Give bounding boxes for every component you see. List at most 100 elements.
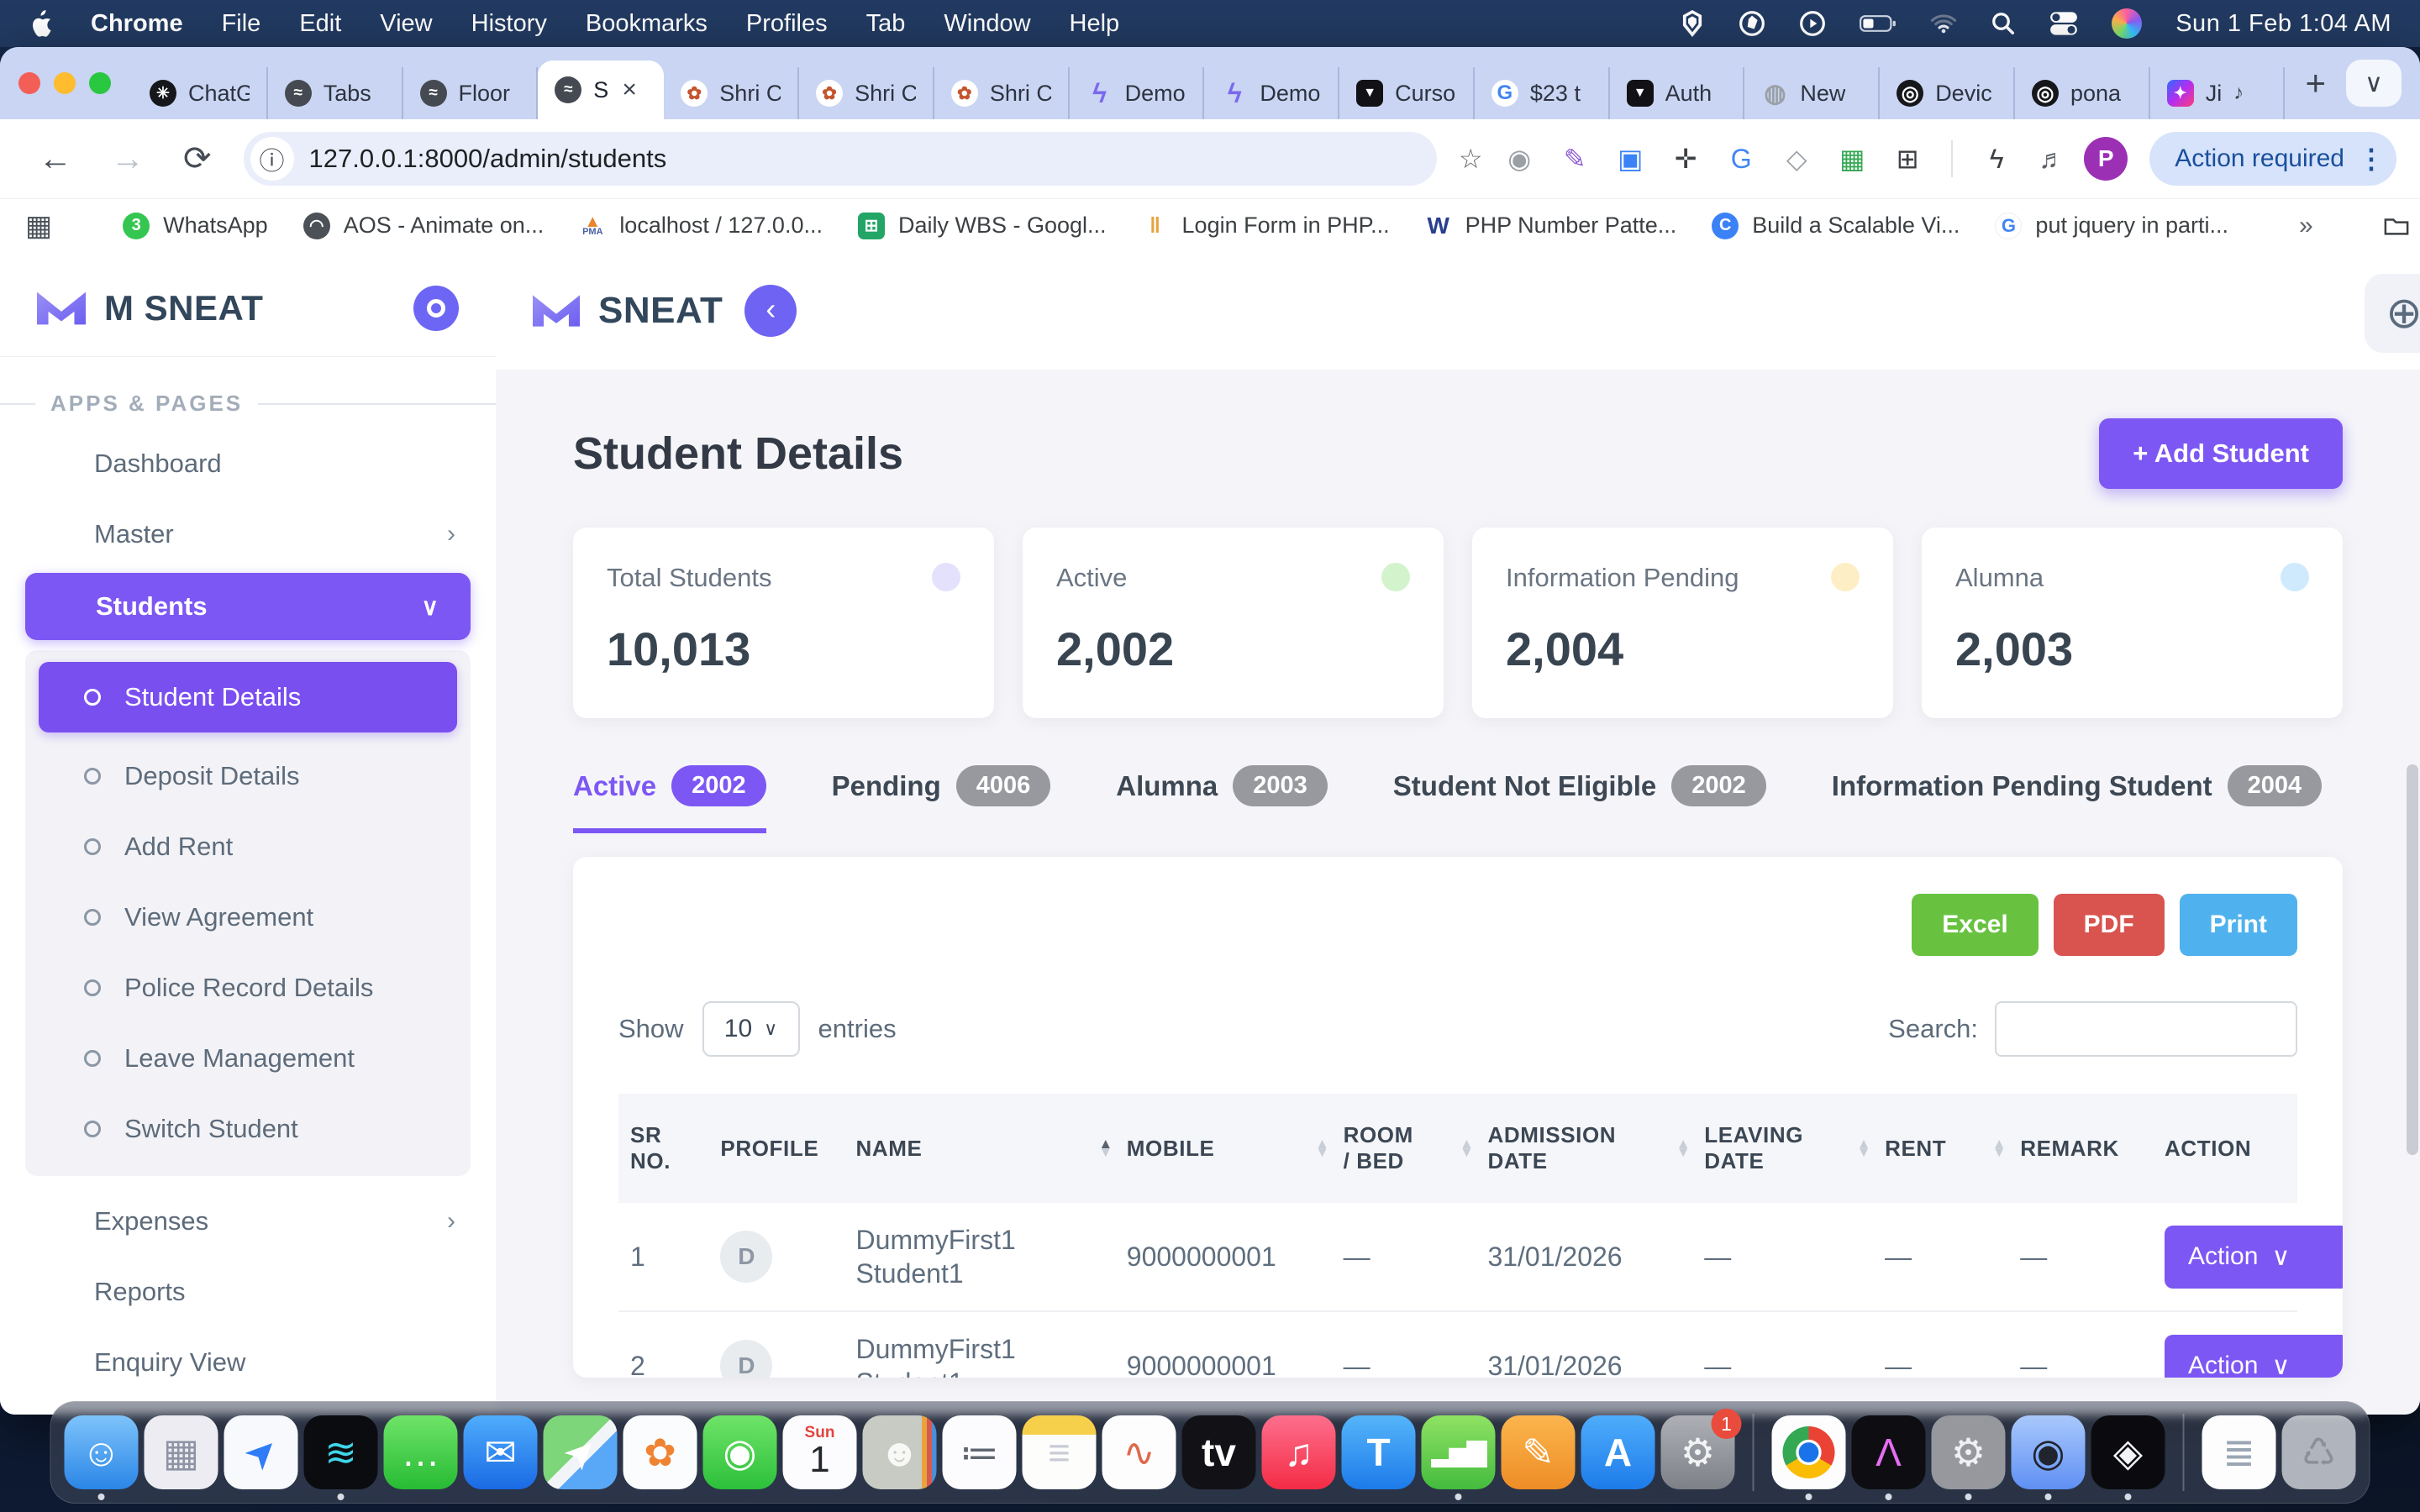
- reading-list-icon[interactable]: ♬: [2035, 144, 2069, 175]
- browser-tab-1[interactable]: ≈Tabs: [268, 67, 403, 119]
- dock-keynote-icon[interactable]: T: [1342, 1415, 1416, 1489]
- print-button[interactable]: Print: [2180, 894, 2297, 956]
- spotlight-search-icon[interactable]: [1991, 7, 2016, 40]
- column-header-admission-date[interactable]: ADMISSIONDATE▲▼: [1476, 1094, 1692, 1203]
- siri-icon[interactable]: [2112, 8, 2142, 39]
- sidebar-item-master[interactable]: Master›: [0, 499, 496, 570]
- sidebar-item-expenses[interactable]: Expenses›: [0, 1186, 496, 1257]
- dock-finder-icon[interactable]: ☺: [65, 1415, 139, 1489]
- pdf-button[interactable]: PDF: [2054, 894, 2165, 956]
- tab-search-chevron[interactable]: ∨: [2346, 60, 2402, 107]
- row-action-button[interactable]: Action∨: [2165, 1226, 2343, 1289]
- browser-tab-12[interactable]: ◍New: [1744, 67, 1880, 119]
- bookmark-7[interactable]: Gput jquery in parti...: [1995, 213, 2228, 239]
- dock-diamond-app-icon[interactable]: ◈: [2091, 1415, 2165, 1489]
- dock-photos-icon[interactable]: ✿: [623, 1415, 697, 1489]
- filter-tab-information-pending-student[interactable]: Information Pending Student2004: [1832, 765, 2322, 833]
- record-extension-icon[interactable]: ▣: [1613, 143, 1647, 175]
- filter-tab-alumna[interactable]: Alumna2003: [1116, 765, 1328, 833]
- column-header-name[interactable]: NAME▲▼: [844, 1094, 1115, 1203]
- tab-close-icon[interactable]: ×: [622, 76, 637, 104]
- dock-audio-app-icon[interactable]: ≋: [304, 1415, 378, 1489]
- dock-utility-app-icon[interactable]: ⚙: [1932, 1415, 2006, 1489]
- bookmark-star-icon[interactable]: ☆: [1454, 143, 1487, 175]
- dock-mail-icon[interactable]: ✉: [464, 1415, 538, 1489]
- sidebar-item-view-agreement[interactable]: View Agreement: [25, 882, 471, 953]
- browser-tab-15[interactable]: ✦Ji♪: [2150, 67, 2286, 119]
- menu-clock[interactable]: Sun 1 Feb 1:04 AM: [2175, 10, 2391, 38]
- bookmarks-overflow-icon[interactable]: »: [2299, 212, 2313, 240]
- filter-tab-pending[interactable]: Pending4006: [832, 765, 1051, 833]
- tab-audio-icon[interactable]: ♪: [2233, 81, 2244, 105]
- sort-arrows-icon[interactable]: ▲▼: [1857, 1140, 1871, 1157]
- apple-icon[interactable]: [29, 8, 59, 39]
- scrollbar-thumb[interactable]: [2407, 764, 2418, 1155]
- sort-arrows-icon[interactable]: ▲▼: [1676, 1140, 1691, 1157]
- minimize-button[interactable]: [54, 72, 76, 94]
- sidebar-brand[interactable]: M SNEAT: [0, 274, 496, 356]
- forward-button[interactable]: →: [96, 140, 160, 178]
- browser-tab-6[interactable]: ✿Shri C: [934, 67, 1070, 119]
- dock-maps-icon[interactable]: ➤: [544, 1415, 618, 1489]
- excel-button[interactable]: Excel: [1912, 894, 2038, 956]
- sidebar-item-reports[interactable]: Reports: [0, 1257, 496, 1327]
- camera-extension-icon[interactable]: ◉: [1502, 143, 1536, 175]
- dock-pages-icon[interactable]: ✎: [1502, 1415, 1576, 1489]
- sidebar-item-deposit-details[interactable]: Deposit Details: [25, 741, 471, 811]
- column-header-rent[interactable]: RENT▲▼: [1873, 1094, 2008, 1203]
- translate-extension-icon[interactable]: G: [1724, 144, 1758, 175]
- devtool-extension-icon[interactable]: ▦: [1835, 143, 1869, 175]
- page-size-select[interactable]: 10 ∨: [702, 1001, 800, 1057]
- reload-button[interactable]: ⟳: [168, 139, 227, 178]
- bookmark-2[interactable]: ▲PMAlocalhost / 127.0.0...: [579, 213, 823, 239]
- dock-chrome-icon[interactable]: [1772, 1415, 1846, 1489]
- dock-music-icon[interactable]: ♫: [1262, 1415, 1336, 1489]
- bookmark-0[interactable]: 3WhatsApp: [123, 213, 268, 239]
- extensions-puzzle-icon[interactable]: ⊞: [1891, 143, 1924, 175]
- bookmark-5[interactable]: WPHP Number Patte...: [1425, 213, 1677, 239]
- dock-safari-icon[interactable]: ➤: [224, 1415, 298, 1489]
- sidebar-item-switch-student[interactable]: Switch Student: [25, 1094, 471, 1164]
- sidebar-pin-toggle[interactable]: [413, 286, 459, 331]
- dock-app-store-icon[interactable]: A: [1581, 1415, 1655, 1489]
- feather-extension-icon[interactable]: ✎: [1558, 143, 1591, 175]
- back-button[interactable]: ←: [24, 140, 87, 178]
- dock-numbers-icon[interactable]: ▂▅▇: [1422, 1415, 1496, 1489]
- shield-extension-icon[interactable]: ◇: [1780, 143, 1813, 175]
- sidebar-item-dashboard[interactable]: Dashboard: [0, 428, 496, 499]
- browser-tab-14[interactable]: ◎pona: [2015, 67, 2150, 119]
- browser-tab-11[interactable]: ▼Auth: [1610, 67, 1745, 119]
- column-header-leaving-date[interactable]: LEAVINGDATE▲▼: [1692, 1094, 1873, 1203]
- battery-icon[interactable]: [1860, 7, 1897, 40]
- column-header-room-bed[interactable]: ROOM/ BED▲▼: [1332, 1094, 1476, 1203]
- browser-tab-3[interactable]: ≈S×: [538, 60, 664, 119]
- dock-arc-app-icon[interactable]: Λ: [1852, 1415, 1926, 1489]
- wifi-icon[interactable]: [1930, 7, 1957, 40]
- sort-arrows-icon[interactable]: ▲▼: [1460, 1140, 1474, 1157]
- sidebar-item-students[interactable]: Students∨: [25, 573, 471, 640]
- gem-app-icon[interactable]: [1680, 7, 1705, 40]
- more-options-icon[interactable]: ⋮: [2358, 143, 2385, 175]
- control-center-icon[interactable]: [2049, 7, 2078, 40]
- bookmark-3[interactable]: ⊞Daily WBS - Googl...: [858, 213, 1107, 239]
- menu-item-edit[interactable]: Edit: [299, 10, 341, 38]
- filter-tab-student-not-eligible[interactable]: Student Not Eligible2002: [1393, 765, 1766, 833]
- browser-tab-13[interactable]: ◎Devic: [1880, 67, 2015, 119]
- dock-documents-icon[interactable]: ≣: [2202, 1415, 2276, 1489]
- dock-trash-icon[interactable]: ♺: [2282, 1415, 2356, 1489]
- sidebar-item-student-details[interactable]: Student Details: [39, 662, 457, 732]
- dock-notes-icon[interactable]: ≡: [1023, 1415, 1097, 1489]
- filter-tab-active[interactable]: Active2002: [573, 765, 766, 833]
- dock-facetime-icon[interactable]: ◉: [703, 1415, 777, 1489]
- menu-item-profiles[interactable]: Profiles: [746, 10, 828, 38]
- menu-item-history[interactable]: History: [471, 10, 547, 38]
- all-bookmarks-button[interactable]: All Bookmarks: [2384, 213, 2420, 239]
- dock-apple-tv-icon[interactable]: tv: [1182, 1415, 1256, 1489]
- dock-launchpad-icon[interactable]: ▦: [145, 1415, 218, 1489]
- browser-tab-5[interactable]: ✿Shri C: [799, 67, 934, 119]
- dock-messages-icon[interactable]: …: [384, 1415, 458, 1489]
- browser-tab-0[interactable]: ✳ChatG: [133, 67, 268, 119]
- browser-tab-9[interactable]: ▼Curso: [1339, 67, 1475, 119]
- sort-arrows-icon[interactable]: ▲▼: [1992, 1140, 2007, 1157]
- browser-tab-4[interactable]: ✿Shri C: [664, 67, 799, 119]
